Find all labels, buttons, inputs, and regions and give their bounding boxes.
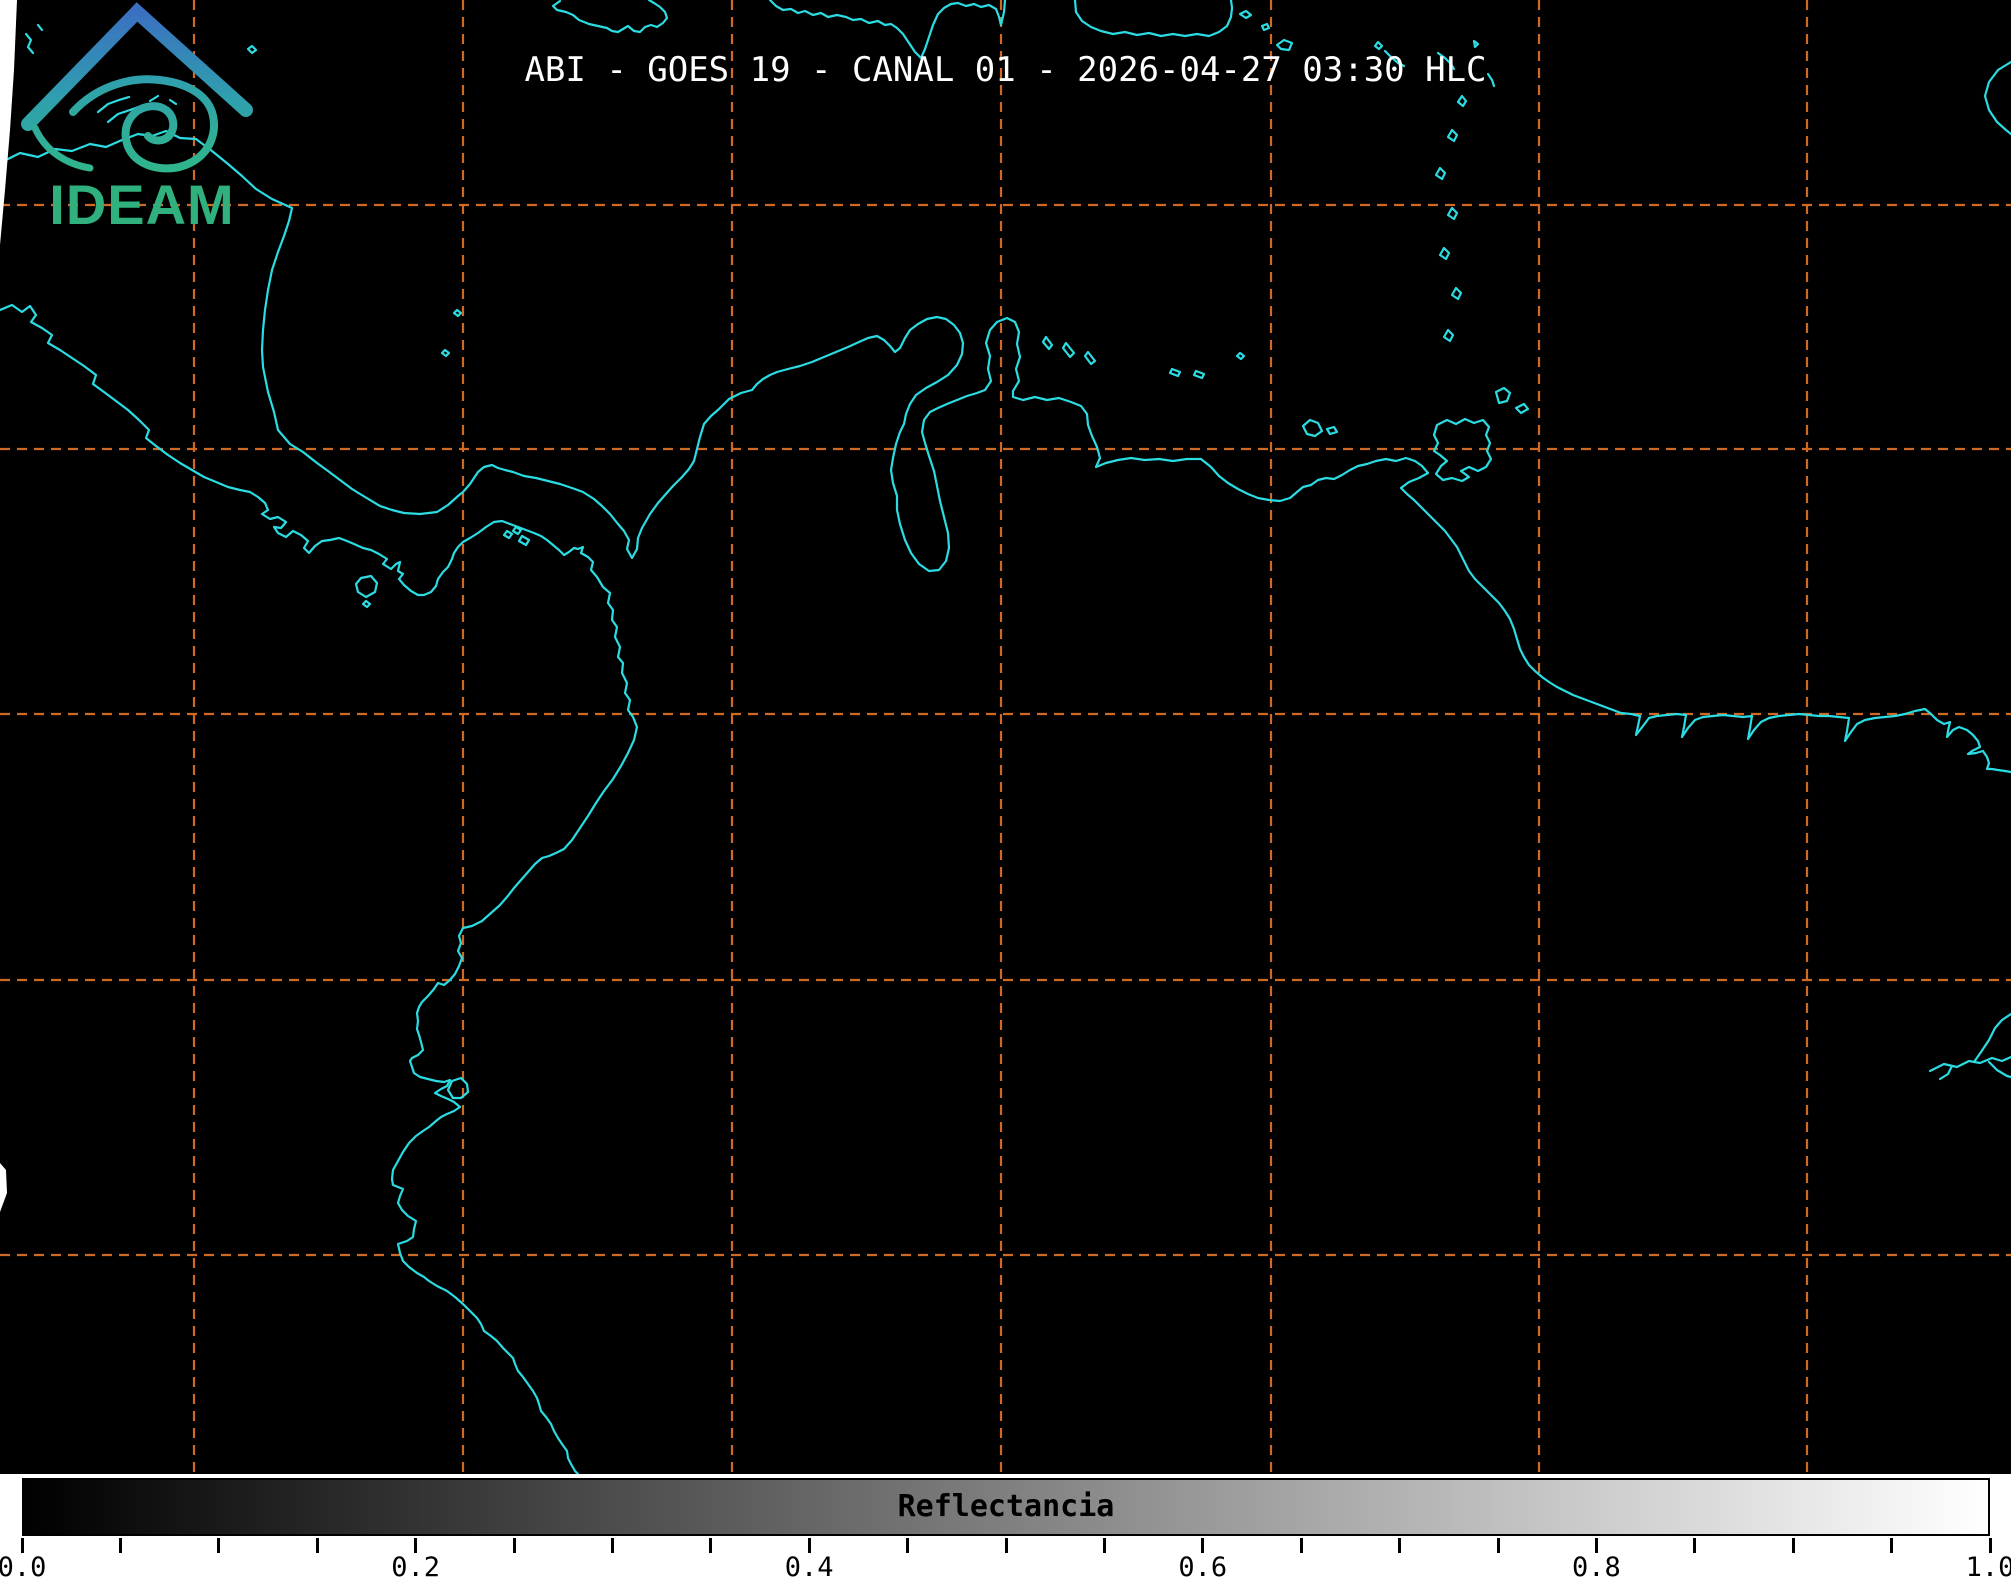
coastline: [1474, 41, 1478, 47]
coastline: [1436, 168, 1445, 179]
coastline: [0, 131, 2011, 772]
coastline: [1496, 388, 1510, 403]
coastline: [448, 1078, 468, 1098]
coastline: [1043, 337, 1052, 349]
coastline: [1303, 420, 1322, 436]
colorbar-tick: [906, 1538, 909, 1553]
coastline: [454, 310, 461, 316]
colorbar-label: Reflectancia: [24, 1480, 1988, 1534]
colorbar-tick: [1300, 1538, 1303, 1553]
colorbar-tick: [316, 1538, 319, 1553]
coastline: [1262, 24, 1269, 30]
colorbar-tick: [1497, 1538, 1500, 1553]
coastline: [1448, 130, 1457, 141]
coastline: [1170, 369, 1180, 376]
coastline: [1458, 96, 1466, 106]
colorbar-gradient: Reflectancia: [22, 1478, 1990, 1536]
coastline: [1930, 1057, 2011, 1071]
coastline: [504, 531, 512, 538]
coastline: [1277, 40, 1292, 50]
coastline: [363, 601, 370, 607]
image-title: ABI - GOES 19 - CANAL 01 - 2026-04-27 03…: [0, 50, 2011, 90]
colorbar-tick-label: 0.0: [0, 1552, 62, 1577]
colorbar-tick: [21, 1538, 24, 1553]
coastline: [356, 576, 377, 597]
colorbar-tick: [1792, 1538, 1795, 1553]
projection-edge-patch: [0, 1163, 7, 1212]
colorbar-tick: [1989, 1538, 1992, 1553]
colorbar-tick: [1201, 1538, 1204, 1553]
coastline: [1448, 208, 1457, 219]
coastline: [1240, 11, 1251, 18]
colorbar-tick-label: 0.8: [1556, 1552, 1636, 1577]
satellite-image-viewer: ABI - GOES 19 - CANAL 01 - 2026-04-27 03…: [0, 0, 2011, 1577]
colorbar-tick: [1693, 1538, 1696, 1553]
coastline: [1194, 371, 1204, 378]
colorbar-tick: [611, 1538, 614, 1553]
coastline: [1444, 330, 1453, 341]
coastline: [1327, 427, 1337, 434]
colorbar-tick: [1103, 1538, 1106, 1553]
colorbar-tick: [414, 1538, 417, 1553]
coastline: [519, 536, 529, 545]
coastline: [1940, 1066, 1952, 1079]
coastline: [1075, 0, 1232, 36]
coastline: [1063, 343, 1074, 357]
map-svg: [0, 0, 2011, 1474]
coastline: [553, 0, 667, 32]
coastline: [1085, 352, 1095, 364]
coastline: [442, 350, 449, 356]
colorbar-tick: [119, 1538, 122, 1553]
colorbar-tick: [1595, 1538, 1598, 1553]
coastline: [1237, 353, 1244, 359]
colorbar-area: Reflectancia 0.0 0.2 0.4 0.6 0.8 1.0: [0, 1474, 2011, 1577]
colorbar-tick: [217, 1538, 220, 1553]
colorbar-tick-label: 0.4: [769, 1552, 849, 1577]
ideam-logo: IDEAM: [0, 0, 300, 240]
colorbar-tick: [513, 1538, 516, 1553]
colorbar-tick: [1398, 1538, 1401, 1553]
colorbar-tick: [1005, 1538, 1008, 1553]
coastline: [1989, 1062, 2011, 1077]
colorbar-tick-label: 0.6: [1163, 1552, 1243, 1577]
coastline: [513, 527, 521, 534]
coastline: [1974, 1014, 2011, 1062]
colorbar-tick: [1890, 1538, 1893, 1553]
coastline: [1452, 288, 1461, 299]
coastline: [1516, 404, 1528, 413]
colorbar-tick-label: 1.0: [1950, 1552, 2011, 1577]
logo-mountain-eye-icon: [28, 12, 246, 168]
satellite-map: ABI - GOES 19 - CANAL 01 - 2026-04-27 03…: [0, 0, 2011, 1474]
coastline: [1440, 248, 1449, 259]
logo-text: IDEAM: [49, 173, 234, 236]
coastline: [1375, 42, 1382, 49]
colorbar-tick: [808, 1538, 811, 1553]
colorbar-tick-label: 0.2: [376, 1552, 456, 1577]
colorbar-tick: [709, 1538, 712, 1553]
